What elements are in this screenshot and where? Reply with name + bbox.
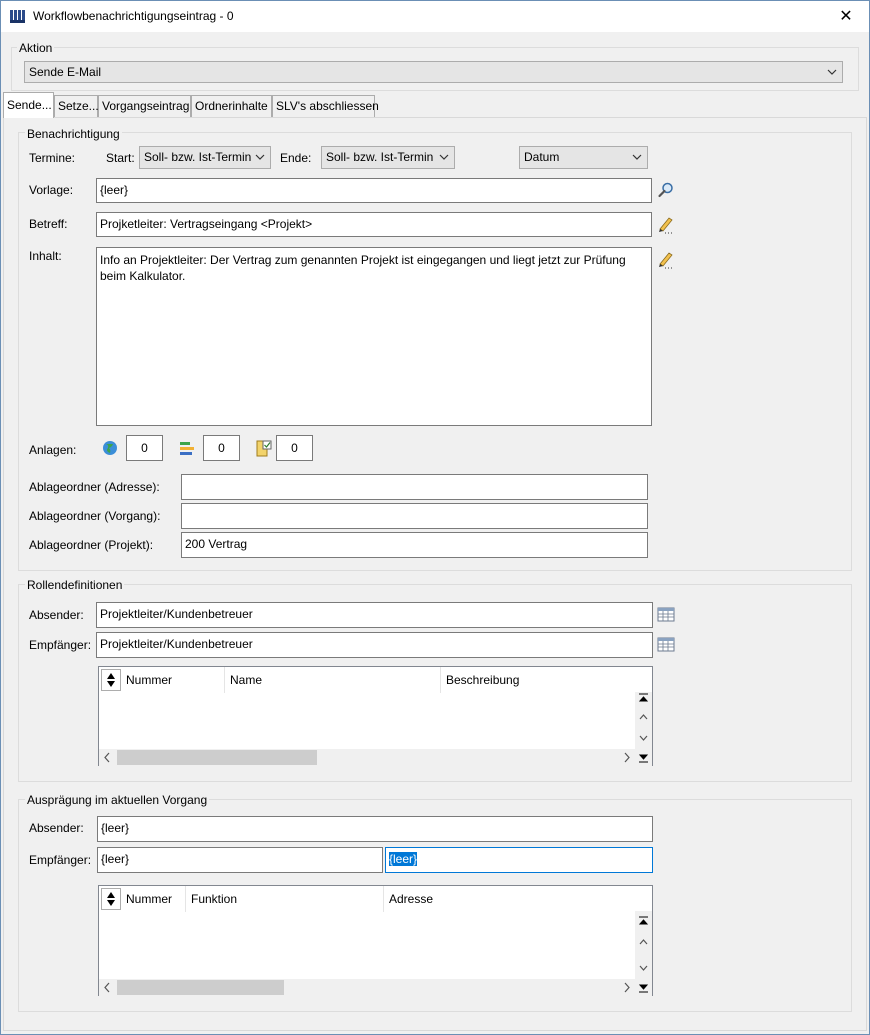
scroll-arrows-icon: [638, 693, 649, 741]
ende-label: Ende:: [280, 151, 312, 165]
aktion-select-value: Sende E-Mail: [29, 65, 102, 79]
scroll-arrows-icon: [638, 916, 649, 971]
scroll-bottom-button[interactable]: [635, 979, 652, 996]
column-header-nummer[interactable]: Nummer: [121, 667, 225, 693]
ablage-adresse-label: Ablageordner (Adresse):: [29, 480, 160, 494]
column-header-name[interactable]: Name: [225, 667, 441, 693]
auspraegung-absender-field[interactable]: {leer}: [97, 816, 653, 842]
ablage-vorgang-label: Ablageordner (Vorgang):: [29, 509, 161, 523]
scroll-to-bottom-icon: [638, 754, 649, 763]
close-icon[interactable]: ✕: [823, 1, 869, 32]
auspraegung-absender-label: Absender:: [29, 821, 84, 835]
rollen-absender-field[interactable]: Projektleiter/Kundenbetreuer: [96, 602, 653, 628]
aktion-legend: Aktion: [17, 41, 55, 55]
ablage-vorgang-field[interactable]: [181, 503, 648, 529]
tab-sende[interactable]: Sende...: [3, 92, 54, 118]
benachrichtigung-legend: Benachrichtigung: [25, 127, 122, 141]
betreff-field[interactable]: Projketleiter: Vertragseingang <Projekt>: [96, 212, 652, 237]
window-title: Workflowbenachrichtigungseintrag - 0: [33, 9, 234, 23]
auspraegung-empfaenger-label: Empfänger:: [29, 853, 92, 867]
table-icon[interactable]: [657, 606, 675, 624]
tab-setze[interactable]: Setze...: [54, 95, 99, 117]
tab-ordnerinhalte[interactable]: Ordnerinhalte: [191, 95, 272, 117]
scroll-right-icon: [624, 752, 630, 763]
sort-button[interactable]: [101, 669, 121, 691]
table-icon[interactable]: [657, 636, 675, 654]
ablage-projekt-label: Ablageordner (Projekt):: [29, 538, 154, 552]
folder-icon[interactable]: [254, 439, 272, 457]
datum-select[interactable]: Datum: [519, 146, 648, 169]
rollen-grid-header: Nummer Name Beschreibung: [99, 667, 634, 693]
rollen-legend: Rollendefinitionen: [25, 578, 125, 592]
vertical-scrollbar[interactable]: [635, 911, 652, 979]
horizontal-scrollbar[interactable]: [99, 749, 635, 766]
column-header-beschreibung[interactable]: Beschreibung: [441, 667, 634, 693]
ende-select[interactable]: Soll- bzw. Ist-Termin: [321, 146, 455, 169]
scroll-right-icon: [624, 982, 630, 993]
vorlage-field[interactable]: {leer}: [96, 178, 652, 203]
search-icon[interactable]: [657, 181, 675, 199]
scrollbar-thumb[interactable]: [117, 750, 317, 765]
scroll-left-icon: [104, 982, 110, 993]
inhalt-label: Inhalt:: [29, 249, 62, 263]
anlagen-vorgang-count[interactable]: 0: [203, 435, 240, 461]
rollen-absender-label: Absender:: [29, 608, 84, 622]
scroll-bottom-button[interactable]: [635, 749, 652, 766]
title-bar: Workflowbenachrichtigungseintrag - 0 ✕: [1, 1, 869, 32]
ablage-projekt-field[interactable]: 200 Vertrag: [181, 532, 648, 558]
list-icon[interactable]: [179, 439, 197, 457]
sort-button[interactable]: [101, 888, 121, 910]
datum-select-value: Datum: [524, 150, 560, 164]
scrollbar-thumb[interactable]: [117, 980, 284, 995]
ende-select-value: Soll- bzw. Ist-Termin: [326, 150, 434, 164]
rollen-empfaenger-field[interactable]: Projektleiter/Kundenbetreuer: [96, 632, 653, 658]
aktion-select[interactable]: Sende E-Mail: [24, 61, 843, 83]
sort-updown-icon: [107, 892, 115, 906]
anlagen-projekt-count[interactable]: 0: [276, 435, 313, 461]
start-label: Start:: [106, 151, 135, 165]
column-header-funktion[interactable]: Funktion: [186, 886, 384, 912]
auspraegung-grid[interactable]: Nummer Funktion Adresse: [98, 885, 653, 996]
start-select[interactable]: Soll- bzw. Ist-Termin: [139, 146, 271, 169]
pencil-icon[interactable]: [657, 216, 675, 234]
scroll-left-icon: [104, 752, 110, 763]
globe-icon[interactable]: [101, 439, 119, 457]
selected-text: {leer}: [389, 852, 418, 866]
app-icon: [10, 10, 25, 23]
scroll-to-bottom-icon: [638, 984, 649, 993]
inhalt-textarea[interactable]: Info an Projektleiter: Der Vertrag zum g…: [96, 247, 652, 426]
column-header-adresse[interactable]: Adresse: [384, 886, 634, 912]
anlagen-adresse-count[interactable]: 0: [126, 435, 163, 461]
sort-updown-icon: [107, 673, 115, 687]
vertical-scrollbar[interactable]: [635, 692, 652, 749]
anlagen-label: Anlagen:: [29, 443, 77, 457]
auspraegung-grid-header: Nummer Funktion Adresse: [99, 886, 634, 912]
tab-vorgangseintrag[interactable]: Vorgangseintrag: [98, 95, 191, 117]
betreff-label: Betreff:: [29, 217, 68, 231]
ablage-adresse-field[interactable]: [181, 474, 648, 500]
vorlage-label: Vorlage:: [29, 183, 74, 197]
pencil-icon[interactable]: [657, 251, 675, 269]
tab-slv-abschliessen[interactable]: SLV's abschliessen: [272, 95, 379, 117]
chevron-down-icon: [632, 154, 642, 160]
auspraegung-empfaenger-field[interactable]: {leer}: [97, 847, 383, 873]
auspraegung-empfaenger-field-2[interactable]: {leer}: [385, 847, 653, 873]
auspraegung-legend: Ausprägung im aktuellen Vorgang: [25, 793, 210, 807]
chevron-down-icon: [439, 154, 449, 160]
start-select-value: Soll- bzw. Ist-Termin: [144, 150, 252, 164]
horizontal-scrollbar[interactable]: [99, 979, 635, 996]
chevron-down-icon: [827, 69, 837, 75]
rollen-grid[interactable]: Nummer Name Beschreibung: [98, 666, 653, 766]
dialog-window: Workflowbenachrichtigungseintrag - 0 ✕ A…: [0, 0, 870, 1035]
termine-label: Termine:: [29, 151, 76, 165]
rollen-empfaenger-label: Empfänger:: [29, 638, 92, 652]
column-header-nummer[interactable]: Nummer: [121, 886, 186, 912]
chevron-down-icon: [255, 154, 265, 160]
